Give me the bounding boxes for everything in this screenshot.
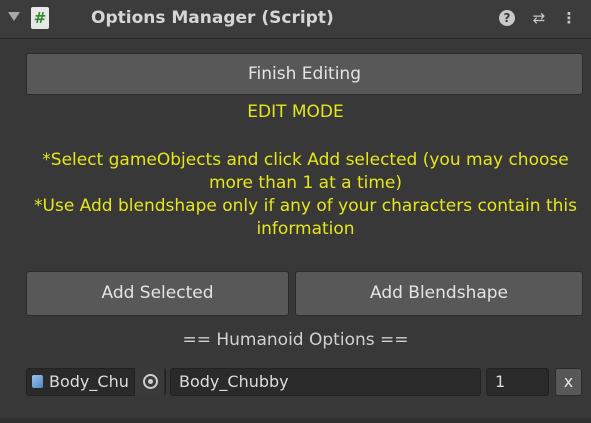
section-title: == Humanoid Options ==: [182, 330, 409, 350]
option-name-field[interactable]: Body_Chubby: [170, 368, 481, 396]
presets-icon[interactable]: ⇄: [530, 9, 548, 27]
foldout-arrow-icon[interactable]: [8, 12, 20, 21]
script-icon: #: [31, 7, 49, 29]
instruction-select: *Select gameObjects and click Add select…: [42, 150, 569, 193]
component-header: # Options Manager (Script) ? ⇄ ⋮: [0, 0, 591, 39]
gameobject-cube-icon: [32, 375, 43, 388]
add-selected-button[interactable]: Add Selected: [26, 271, 289, 316]
instruction-blendshape: *Use Add blendshape only if any of your …: [34, 196, 577, 239]
bottom-divider: [0, 418, 591, 423]
add-blendshape-button[interactable]: Add Blendshape: [295, 271, 583, 316]
object-picker-dot: [148, 379, 153, 384]
component-title: Options Manager (Script): [91, 8, 334, 28]
object-field-value: Body_Chu: [49, 372, 129, 391]
mode-label: EDIT MODE: [247, 102, 344, 122]
help-icon[interactable]: ?: [499, 10, 515, 26]
object-picker-button[interactable]: [134, 368, 164, 396]
option-number-field[interactable]: 1: [486, 368, 549, 396]
finish-editing-button[interactable]: Finish Editing: [26, 53, 583, 95]
kebab-menu-icon[interactable]: ⋮: [560, 9, 578, 27]
remove-option-button[interactable]: x: [555, 368, 582, 396]
